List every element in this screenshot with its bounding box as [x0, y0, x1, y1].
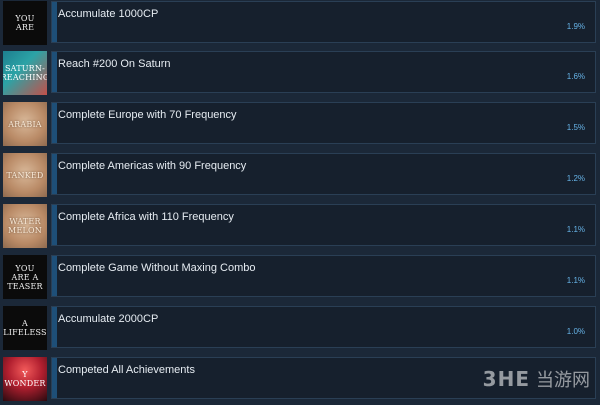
unlock-percent: 1.5% [566, 123, 585, 132]
unlock-percent: 1.1% [566, 225, 585, 234]
achievement-title: Competed All Achievements [58, 364, 195, 376]
achievement-title: Complete Game Without Maxing Combo [58, 262, 256, 274]
badge-text: A LIFELESS [3, 319, 47, 337]
achievement-badge-icon: WATER MELON [3, 204, 47, 248]
achievement-badge-icon: SATURN-REACHING [3, 51, 47, 95]
card-accent-bar [52, 154, 57, 194]
badge-text: YOU ARE [15, 14, 35, 32]
badge-text: YOU ARE A TEASER [7, 263, 43, 291]
achievement-card: Accumulate 1000CP 1.9% [51, 1, 596, 43]
achievement-row[interactable]: ARABIA Complete Europe with 70 Frequency… [0, 102, 600, 150]
watermark-logo: 3HE [482, 367, 530, 391]
unlock-percent: 1.9% [566, 22, 585, 31]
badge-text: ARABIA [8, 119, 42, 129]
achievement-row[interactable]: SATURN-REACHING Reach #200 On Saturn 1.6… [0, 51, 600, 99]
achievement-badge-icon: ARABIA [3, 102, 47, 146]
achievement-row[interactable]: WATER MELON Complete Africa with 110 Fre… [0, 204, 600, 252]
card-accent-bar [52, 2, 57, 42]
achievement-badge-icon: YOU ARE A TEASER [3, 255, 47, 299]
card-accent-bar [52, 256, 57, 296]
badge-text: SATURN-REACHING [3, 64, 47, 82]
badge-text: WATER MELON [8, 217, 42, 235]
achievement-title: Complete Europe with 70 Frequency [58, 109, 237, 121]
achievement-row[interactable]: A LIFELESS Accumulate 2000CP 1.0% [0, 306, 600, 354]
badge-text: Y WONDER [4, 370, 46, 388]
unlock-percent: 1.6% [566, 72, 585, 81]
achievement-title: Complete Africa with 110 Frequency [58, 211, 234, 223]
achievement-card: Complete Game Without Maxing Combo 1.1% [51, 255, 596, 297]
unlock-percent: 1.2% [566, 174, 585, 183]
unlock-percent: 1.0% [566, 327, 585, 336]
achievement-badge-icon: YOU ARE [3, 1, 47, 45]
watermark-site-name: 当游网 [536, 370, 590, 391]
achievement-row[interactable]: YOU ARE Accumulate 1000CP 1.9% [0, 1, 600, 49]
achievement-card: Accumulate 2000CP 1.0% [51, 306, 596, 348]
unlock-percent: 1.1% [566, 276, 585, 285]
badge-text: TANKED [6, 170, 44, 180]
achievement-card: Complete Africa with 110 Frequency 1.1% [51, 204, 596, 246]
achievement-badge-icon: A LIFELESS [3, 306, 47, 350]
card-accent-bar [52, 103, 57, 143]
achievement-title: Accumulate 1000CP [58, 8, 159, 20]
card-accent-bar [52, 52, 57, 92]
achievement-row[interactable]: YOU ARE A TEASER Complete Game Without M… [0, 255, 600, 303]
site-watermark: 3HE 当游网 [483, 366, 590, 392]
achievement-title: Reach #200 On Saturn [58, 58, 171, 70]
achievement-badge-icon: Y WONDER [3, 357, 47, 401]
card-accent-bar [52, 358, 57, 398]
achievement-badge-icon: TANKED [3, 153, 47, 197]
card-accent-bar [52, 307, 57, 347]
achievement-title: Accumulate 2000CP [58, 313, 159, 325]
achievement-title: Complete Americas with 90 Frequency [58, 160, 247, 172]
achievement-card: Complete Europe with 70 Frequency 1.5% [51, 102, 596, 144]
card-accent-bar [52, 205, 57, 245]
achievement-card: Reach #200 On Saturn 1.6% [51, 51, 596, 93]
achievement-card: Complete Americas with 90 Frequency 1.2% [51, 153, 596, 195]
achievement-row[interactable]: TANKED Complete Americas with 90 Frequen… [0, 153, 600, 201]
